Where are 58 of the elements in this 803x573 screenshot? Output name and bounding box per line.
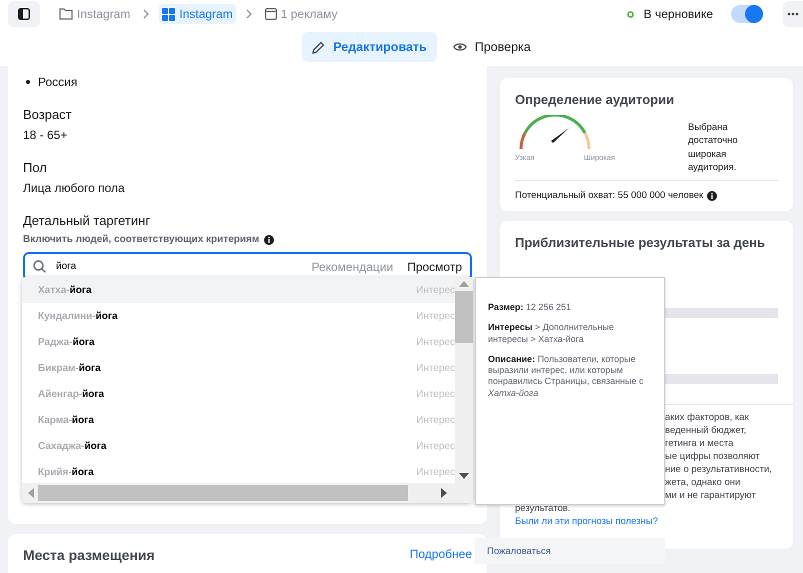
detail-text: Интересы > Дополнительные интересы > Хатха-йога: [488, 322, 615, 345]
field-value: 18 - 65+: [23, 128, 68, 142]
disclaimer-text: веденный бюджет,: [664, 424, 748, 438]
field-label: Возраст: [23, 107, 73, 122]
disclaimer-text: гетинга и места: [664, 437, 734, 450]
disclaimer-text: аких факторов, как: [664, 411, 750, 424]
card-title: Определение аудитории: [515, 92, 676, 107]
report-link[interactable]: Пожаловаться: [475, 538, 665, 564]
window-icon: [264, 8, 277, 20]
audience-verdict: Выбрана достаточно широкая аудитория.: [688, 121, 739, 174]
mode-tab[interactable]: Проверка: [442, 32, 541, 62]
status-dot-icon: [626, 10, 634, 18]
location-text: Россия: [38, 75, 78, 89]
vertical-scrollbar[interactable]: [455, 277, 473, 483]
details-link[interactable]: Подробнее: [410, 547, 472, 561]
more-icon[interactable]: [783, 1, 803, 27]
suggestion-item[interactable]: Айенгар-йога Интерес: [22, 381, 455, 407]
section-title: Места размещения: [23, 547, 155, 563]
suggestion-item[interactable]: Крийя-йога Интерес: [22, 459, 455, 483]
field-label: Пол: [23, 160, 48, 175]
section-subtitle: Включить людей, соответствующих критериям: [23, 234, 260, 245]
suggestion-item[interactable]: Кундалини-йога Интерес: [22, 303, 455, 329]
suggestion-item[interactable]: Бикрам-йога Интерес: [22, 355, 455, 381]
folder-icon: [59, 8, 73, 20]
chevron-icon: [246, 9, 252, 19]
horizontal-scrollbar[interactable]: [22, 483, 473, 503]
search-icon: [33, 260, 46, 273]
chevron-icon: [143, 9, 150, 19]
scroll-down-icon[interactable]: [459, 473, 469, 479]
pencil-icon: [312, 40, 326, 54]
disclaimer-text: ние о результативности,: [664, 463, 773, 476]
scroll-right-icon[interactable]: [441, 488, 447, 498]
disclaimer-text: результатов.: [515, 502, 572, 516]
bullet-icon: [26, 80, 30, 84]
suggestion-item[interactable]: Сахаджа-йога Интерес: [22, 433, 455, 459]
section-title: Детальный таргетинг: [23, 213, 152, 228]
card-title: Приблизительные результаты за день: [515, 235, 766, 250]
grid-icon: [162, 8, 176, 20]
detail-text: Описание: Пользователи, которые выразили интерес, или которым понравились Страницы, связанные с Хатха-йога: [488, 354, 644, 399]
suggestion-item[interactable]: Карма-йога Интерес: [22, 407, 455, 433]
toggle-switch[interactable]: [731, 5, 763, 23]
detail-text: Размер: 12 256 251: [488, 302, 572, 314]
disclaimer-text: ые цифры позволяют: [664, 450, 761, 464]
eye-icon: [452, 42, 467, 52]
status-label: В черновике: [644, 7, 713, 21]
info-icon[interactable]: [264, 234, 274, 244]
reach-text: Потенциальный охват: 55 000 000 человек: [515, 190, 704, 202]
mode-tab[interactable]: Редактировать: [302, 32, 437, 62]
sidebar-toggle-button[interactable]: [8, 1, 40, 27]
field-value: Лица любого пола: [23, 181, 126, 195]
info-icon[interactable]: [707, 190, 718, 201]
sidebar-icon: [18, 8, 30, 20]
breadcrumb[interactable]: Instagram: [159, 4, 236, 24]
suggestion-item[interactable]: Раджа-йога Интерес: [22, 329, 455, 355]
mode-link[interactable]: Просмотр: [403, 260, 462, 274]
disclaimer-text: жета, однако они: [664, 476, 742, 490]
disclaimer-text: ми и не гарантируют: [664, 489, 757, 502]
feedback-link[interactable]: Были ли эти прогнозы полезны?: [515, 515, 778, 528]
